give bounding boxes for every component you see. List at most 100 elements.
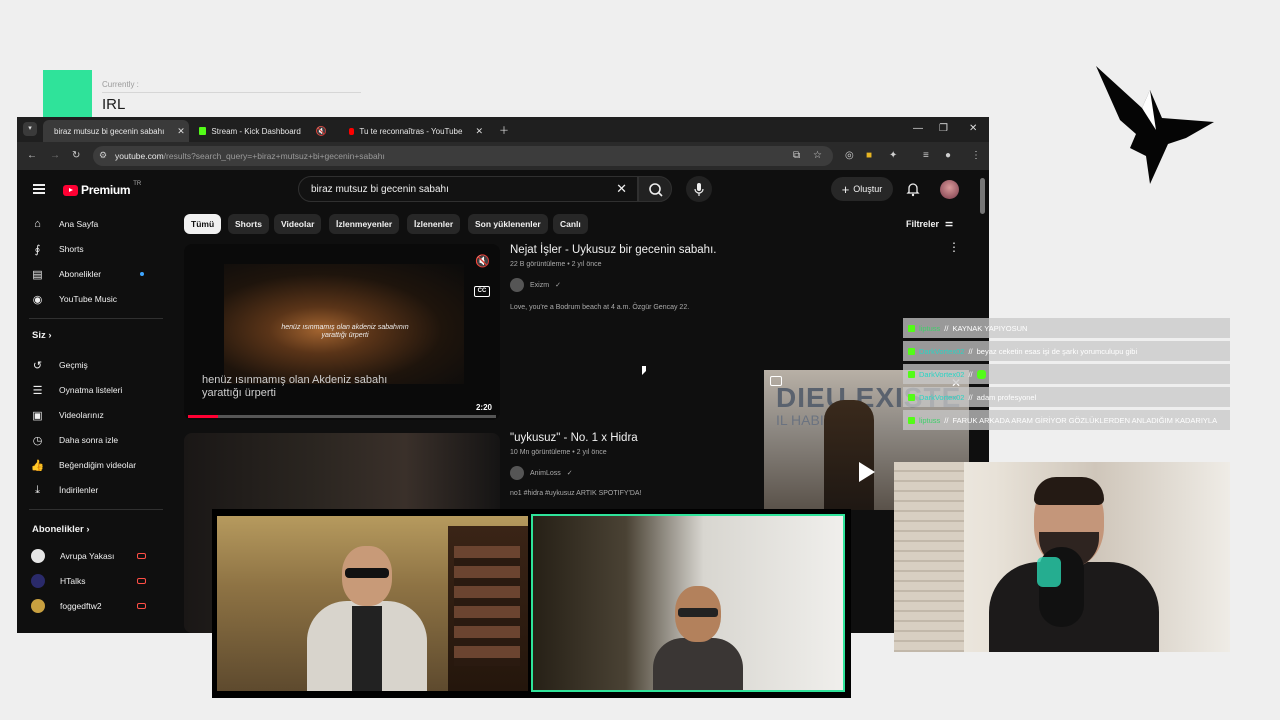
channel-link[interactable]: Exizm ✓ xyxy=(510,278,561,292)
sidebar-item-label: Abonelikler xyxy=(59,269,102,279)
sidebar-item-home[interactable]: ⌂ Ana Sayfa xyxy=(31,214,161,234)
divider xyxy=(29,509,163,510)
menu-icon[interactable] xyxy=(33,184,45,194)
chip-live[interactable]: Canlı xyxy=(553,214,588,234)
video-title[interactable]: "uykusuz" - No. 1 x Hidra xyxy=(510,432,638,444)
divider xyxy=(102,92,361,93)
notifications-bell-icon[interactable] xyxy=(905,181,921,197)
scrollbar[interactable] xyxy=(980,178,985,214)
address-bar[interactable]: ⚙ youtube.com/results?search_query=+bira… xyxy=(93,146,833,166)
search-button[interactable] xyxy=(638,176,672,202)
sidebar-item-history[interactable]: ↺ Geçmiş xyxy=(31,355,161,375)
plus-icon: + xyxy=(841,181,850,197)
channel-link[interactable]: AnimLoss ✓ xyxy=(510,466,573,480)
voice-search-button[interactable] xyxy=(686,176,712,202)
sidebar-heading-subscriptions[interactable]: Abonelikler › xyxy=(32,524,90,535)
sidebar-item-label: foggedftw2 xyxy=(60,601,102,611)
window-close-icon[interactable]: ✕ xyxy=(969,123,977,134)
person-body xyxy=(653,638,743,690)
channel-name: Exizm xyxy=(530,281,550,289)
sidebar-item-playlists[interactable]: ☰ Oynatma listeleri xyxy=(31,380,161,400)
muted-speaker-icon[interactable]: 🔇 xyxy=(316,126,327,137)
tab-youtube-video[interactable]: Tu te reconnaîtras - YouTube ✕ xyxy=(343,120,489,142)
sidebar-item-downloads[interactable]: ⤓ İndirilenler xyxy=(31,480,161,500)
extensions-puzzle-icon[interactable]: ✦ xyxy=(889,150,897,161)
new-tab-icon[interactable]: ＋ xyxy=(499,122,509,137)
playlist-icon: ☰ xyxy=(32,384,43,397)
sidebar-item-label: Daha sonra izle xyxy=(59,435,119,445)
forward-icon[interactable]: → xyxy=(50,150,60,161)
sidebar-item-watch-later[interactable]: ◷ Daha sonra izle xyxy=(31,430,161,450)
verified-icon: ✓ xyxy=(566,470,573,477)
chip-videos[interactable]: Videolar xyxy=(274,214,322,234)
youtube-icon xyxy=(349,127,355,135)
sidebar-item-shorts[interactable]: ∮ Shorts xyxy=(31,239,161,259)
tab-label: biraz mutsuz bi gecenin sabahı xyxy=(54,126,165,136)
tab-search-button[interactable]: ▾ xyxy=(23,122,37,136)
bookmark-star-icon[interactable]: ☆ xyxy=(813,150,822,161)
extension-bulb-icon[interactable]: ◎ xyxy=(845,150,854,161)
video-meta: 10 Mn görüntüleme • 2 yıl önce xyxy=(510,449,607,456)
kick-icon xyxy=(908,393,915,401)
filters-button[interactable]: Filtreler ⚌ xyxy=(906,218,953,229)
extension-coin-icon[interactable]: ■ xyxy=(866,150,872,161)
expand-icon[interactable] xyxy=(770,376,782,386)
account-avatar[interactable] xyxy=(940,180,959,199)
chat-message: DarkVortex02// adam profesyonel xyxy=(903,387,1230,407)
chip-all[interactable]: Tümü xyxy=(184,214,222,234)
chip-unwatched[interactable]: İzlenmeyenler xyxy=(329,214,400,234)
url-host: youtube.com xyxy=(115,151,164,161)
heading-label: Siz xyxy=(32,330,46,341)
reload-icon[interactable]: ↻ xyxy=(72,150,80,161)
logo-region: TR xyxy=(133,181,142,187)
closed-captions-icon[interactable]: CC xyxy=(474,286,490,297)
chip-recently-uploaded[interactable]: Son yüklenenler xyxy=(468,214,548,234)
sidebar-item-youtube-music[interactable]: ◉ YouTube Music xyxy=(31,289,161,309)
shorts-icon: ∮ xyxy=(34,243,41,256)
video-title[interactable]: Nejat İşler - Uykusuz bir gecenin sabahı… xyxy=(510,244,716,256)
channel-avatar xyxy=(510,278,524,292)
close-icon[interactable]: ✕ xyxy=(475,126,483,137)
youtube-premium-logo[interactable]: Premium TR xyxy=(63,181,142,197)
back-icon[interactable]: ← xyxy=(27,150,37,161)
music-icon: ◉ xyxy=(32,293,43,306)
sunglasses xyxy=(345,568,389,578)
live-icon xyxy=(137,578,146,584)
search-input[interactable]: biraz mutsuz bi gecenin sabahı ✕ xyxy=(298,176,638,202)
more-actions-icon[interactable]: ⋮ xyxy=(948,240,960,254)
sidebar: ⌂ Ana Sayfa ∮ Shorts ▤ Abonelikler ◉ YouTube… xyxy=(17,214,167,633)
close-icon[interactable]: ✕ xyxy=(177,126,185,137)
chat-message: liptuss// KAYNAK YAPIYOSUN xyxy=(903,318,1230,338)
watch-later-icon: ◷ xyxy=(32,434,43,447)
video-thumbnail[interactable]: henüz ısınmamış olan akdeniz sabahının y… xyxy=(184,244,500,420)
person-shirt xyxy=(352,606,382,691)
preview-progress[interactable] xyxy=(188,415,496,418)
clear-search-icon[interactable]: ✕ xyxy=(616,181,627,197)
chat-username: liptuss xyxy=(919,415,941,425)
muted-icon[interactable]: 🔇 xyxy=(475,254,490,268)
sidebar-item-label: Geçmiş xyxy=(59,360,88,370)
filter-sliders-icon: ⚌ xyxy=(945,218,954,228)
restore-icon[interactable]: ❐ xyxy=(939,123,948,134)
create-button[interactable]: + Oluştur xyxy=(831,177,893,201)
bookshelf xyxy=(448,526,528,691)
chip-watched[interactable]: İzlenenler xyxy=(407,214,461,234)
browser-toolbar: ← → ↻ ⚙ youtube.com/results?search_query… xyxy=(17,142,989,170)
browser-menu-icon[interactable]: ⋮ xyxy=(971,150,981,161)
tab-kick-dashboard[interactable]: Stream - Kick Dashboard 🔇 xyxy=(193,120,333,142)
new-content-dot xyxy=(140,272,144,276)
search-query: biraz mutsuz bi gecenin sabahı xyxy=(311,184,449,195)
chip-shorts[interactable]: Shorts xyxy=(228,214,269,234)
install-icon[interactable]: ⧉ xyxy=(793,150,800,161)
window-blind xyxy=(894,462,964,652)
sidebar-heading-you[interactable]: Siz › xyxy=(32,330,52,341)
site-info-icon[interactable]: ⚙ xyxy=(99,150,107,161)
media-control-icon[interactable]: ≡ xyxy=(923,150,929,161)
sidebar-item-liked-videos[interactable]: 👍 Beğendiğim videolar xyxy=(31,455,161,475)
play-icon[interactable] xyxy=(859,462,875,482)
sidebar-item-your-videos[interactable]: ▣ Videolarınız xyxy=(31,405,161,425)
profile-icon[interactable]: ● xyxy=(945,150,951,161)
filters-label: Filtreler xyxy=(906,218,940,229)
minimize-icon[interactable]: — xyxy=(913,123,923,134)
tab-youtube-search[interactable]: biraz mutsuz bi gecenin sabahı ✕ xyxy=(43,120,189,142)
